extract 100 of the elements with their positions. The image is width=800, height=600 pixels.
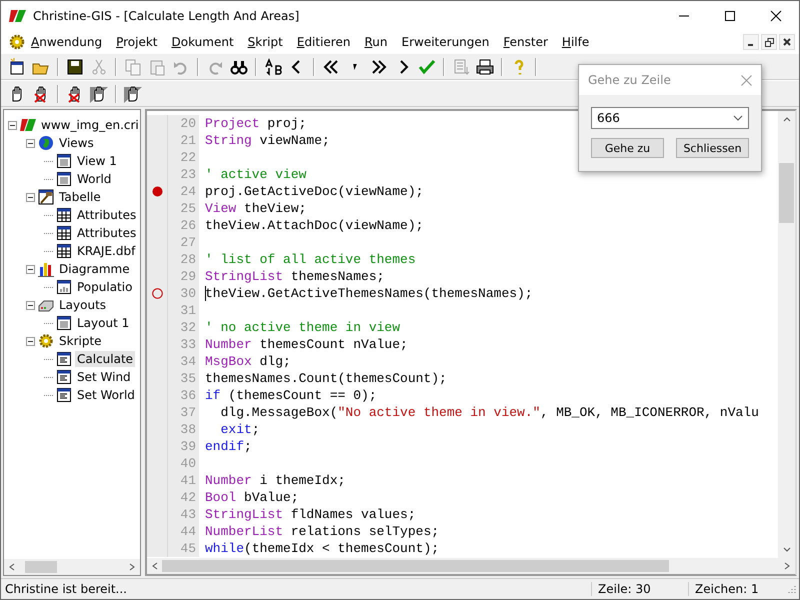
vertical-scrollbar[interactable] [778, 111, 795, 558]
close-icon [783, 38, 791, 46]
table-icon [56, 243, 72, 259]
tree-item[interactable]: Layout 1 [75, 315, 132, 331]
scrollbar-thumb[interactable] [162, 560, 669, 572]
scroll-left-icon[interactable] [8, 563, 16, 571]
code-line: if (themesCount == 0); [205, 387, 377, 404]
line-number: 27 [168, 234, 199, 251]
hand-icon [90, 84, 108, 102]
scissors-icon [90, 58, 108, 76]
code-line: String viewName; [205, 132, 330, 149]
chart-document-icon [56, 279, 72, 295]
scrollbar-thumb[interactable] [779, 163, 794, 223]
menu-item[interactable]: Dokument [172, 35, 241, 49]
tree-item[interactable]: Attributes [75, 225, 138, 241]
scroll-left-icon[interactable] [151, 562, 159, 570]
menu-item[interactable]: Editieren [296, 35, 358, 49]
horizontal-scrollbar[interactable] [4, 559, 140, 575]
bar-chart-icon [38, 261, 54, 277]
menu-item[interactable]: Anwendung [31, 35, 110, 49]
code-line: NumberList relations selTypes; [205, 523, 440, 540]
maximize-icon [724, 10, 736, 22]
collapse-icon[interactable] [26, 192, 35, 202]
restore-icon [764, 38, 774, 46]
code-line: Project proj; [205, 115, 306, 132]
collapse-icon[interactable] [26, 138, 35, 148]
horizontal-scrollbar[interactable] [147, 558, 795, 574]
line-number: 28 [168, 251, 199, 268]
menu-item[interactable]: Run [364, 35, 394, 49]
document-list-icon [452, 58, 470, 76]
minimize-button[interactable] [743, 34, 759, 50]
app-logo-icon [9, 9, 27, 23]
line-number-combobox[interactable]: 666 [591, 107, 749, 129]
menu-item[interactable]: Hilfe [562, 35, 596, 49]
code-line: Bool bValue; [205, 489, 299, 506]
code-line: dlg.MessageBox("No active theme in view.", MB_OK, MB_ICONERROR, nValu [220, 404, 759, 421]
line-number: 26 [168, 217, 199, 234]
dropdown-caret-icon[interactable] [733, 115, 743, 121]
collapse-icon[interactable] [26, 300, 35, 310]
gear-icon[interactable] [9, 34, 25, 50]
tree-item[interactable]: KRAJE.dbf [75, 243, 138, 259]
line-number: 25 [168, 200, 199, 217]
tree-item[interactable]: Attributes [75, 207, 138, 223]
tree-item[interactable]: Layouts [57, 297, 108, 313]
tree-item[interactable]: Calculate [75, 351, 136, 367]
restore-button[interactable] [761, 34, 777, 50]
save-icon [66, 58, 84, 76]
scroll-down-icon[interactable] [782, 546, 790, 554]
code-line: MsgBox dlg; [205, 353, 291, 370]
menu-item[interactable]: Projekt [116, 35, 164, 49]
close-icon [770, 10, 782, 22]
collapse-icon[interactable] [26, 336, 35, 346]
line-number: 40 [168, 455, 199, 472]
tree-item[interactable]: Tabelle [57, 189, 103, 205]
code-line: proj.GetActiveDoc(viewName); [205, 183, 424, 200]
tree-item[interactable]: Views [57, 135, 96, 151]
code-line: Number i themeIdx; [205, 472, 346, 489]
apostrophe-icon [353, 64, 357, 70]
resize-grip-icon[interactable] [786, 584, 796, 594]
collapse-icon[interactable] [8, 120, 17, 130]
menu-item[interactable]: Skript [248, 35, 290, 49]
globe-icon [38, 135, 54, 151]
script-document-icon [56, 387, 72, 403]
close-dialog-button[interactable]: Schliessen [676, 138, 749, 158]
menu-item[interactable]: Fenster [503, 35, 555, 49]
status-message: Christine ist bereit... [4, 582, 128, 596]
code-line: theView.AttachDoc(viewName); [205, 217, 424, 234]
tree-item[interactable]: View 1 [75, 153, 119, 169]
code-line: Number themesCount nValue; [205, 336, 408, 353]
code-line: theView.GetActiveThemesNames(themesNames); [205, 285, 533, 302]
tree-item[interactable]: Diagramme [57, 261, 132, 277]
tree-item[interactable]: Skripte [57, 333, 104, 349]
scroll-right-icon[interactable] [783, 562, 791, 570]
tree-item[interactable]: www_img_en.cri [39, 117, 140, 133]
tree-item[interactable]: Set World [75, 387, 137, 403]
collapse-icon[interactable] [26, 264, 35, 274]
code-line: StringList fldNames values; [205, 506, 416, 523]
code-line: View theView; [205, 200, 306, 217]
breakpoint-icon[interactable] [152, 186, 162, 197]
double-chevron-left-icon [322, 58, 340, 76]
code-line: themesNames.Count(themesCount); [205, 370, 447, 387]
close-icon [741, 74, 752, 86]
code-line: StringList themesNames; [205, 268, 384, 285]
tree-item[interactable]: Populatio [75, 279, 134, 295]
line-number: 23 [168, 166, 199, 183]
code-line: ' list of all active themes [205, 251, 416, 268]
line-number: 32 [168, 319, 199, 336]
table-icon [56, 207, 72, 223]
scroll-up-icon[interactable] [782, 115, 790, 123]
new-document-icon [8, 58, 26, 76]
go-to-button[interactable]: Gehe zu [591, 138, 664, 158]
scrollbar-thumb[interactable] [25, 561, 57, 573]
line-number: 42 [168, 489, 199, 506]
map-document-icon [56, 171, 72, 187]
menu-item[interactable]: Erweiterungen [402, 35, 496, 49]
tree-item[interactable]: World [75, 171, 114, 187]
tree-item[interactable]: Set Wind [75, 369, 133, 385]
line-number: 21 [168, 132, 199, 149]
scroll-right-icon[interactable] [128, 563, 136, 571]
line-number: 31 [168, 302, 199, 319]
